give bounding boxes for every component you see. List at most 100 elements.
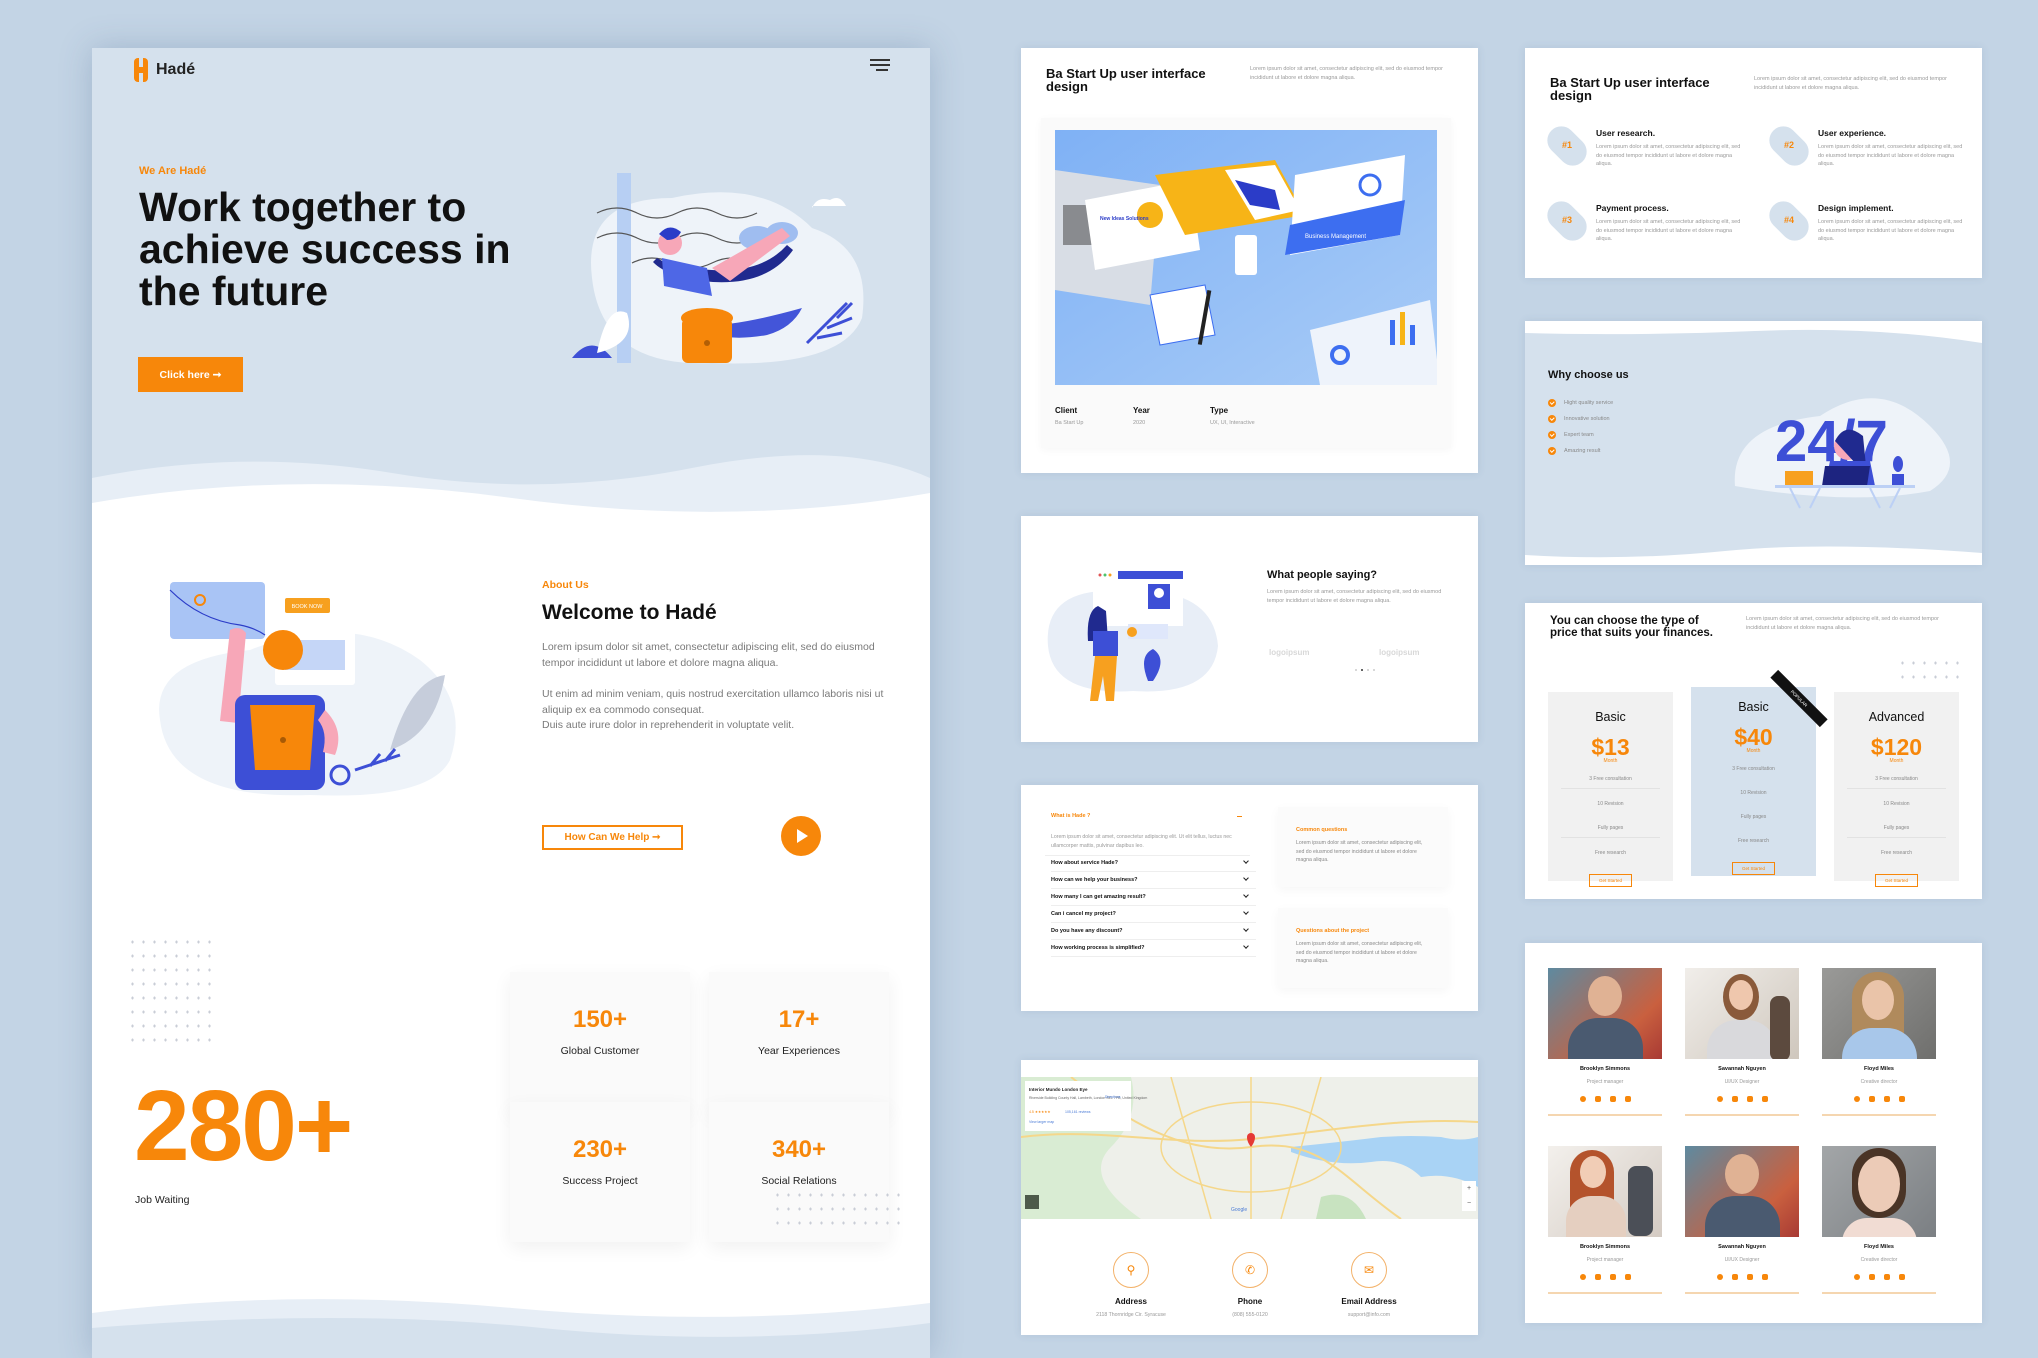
- card-underline: [1548, 1292, 1662, 1294]
- chevron-down-icon: [1243, 909, 1249, 915]
- testimonials-panel: What people saying? Lorem ipsum dolor si…: [1021, 516, 1478, 742]
- map-provider: Google: [1231, 1207, 1247, 1213]
- faq-item[interactable]: How working process is simplified?: [1051, 940, 1256, 957]
- portfolio-card[interactable]: New Ideas Solutions Business Management …: [1041, 118, 1451, 448]
- team-member-card[interactable]: Brooklyn Simmons Project manager: [1548, 968, 1662, 1116]
- linkedin-icon[interactable]: [1761, 1274, 1768, 1280]
- google-map[interactable]: Interior Mundo London Eye Riverside Buil…: [1021, 1077, 1478, 1219]
- plan-period: Month: [1603, 758, 1618, 764]
- faq-item[interactable]: How many I can get amazing result?: [1051, 889, 1256, 906]
- card-underline: [1822, 1114, 1936, 1116]
- client-logo: logoipsum: [1269, 648, 1310, 657]
- twitter-icon[interactable]: [1594, 1096, 1601, 1102]
- facebook-icon[interactable]: [1716, 1096, 1723, 1102]
- team-member-card[interactable]: Floyd Miles Creative director: [1822, 968, 1936, 1116]
- social-links: [1685, 1274, 1799, 1280]
- get-started-button[interactable]: Get Started: [1732, 862, 1775, 875]
- social-links: [1685, 1096, 1799, 1102]
- faq-question: Do you have any discount?: [1051, 928, 1123, 934]
- faq-item[interactable]: Do you have any discount?: [1051, 923, 1256, 940]
- social-links: [1822, 1096, 1936, 1102]
- click-here-button[interactable]: Click here ➞: [138, 357, 243, 392]
- step-number: #3: [1561, 215, 1572, 225]
- carousel-dot-active[interactable]: [1361, 669, 1363, 671]
- how-can-we-help-button[interactable]: How Can We Help ➞: [542, 825, 683, 850]
- faq-open-question[interactable]: What is Hade ?: [1051, 813, 1090, 819]
- logo[interactable]: Hadé: [134, 56, 195, 84]
- book-now-badge: BOOK NOW: [292, 604, 324, 610]
- youtube-icon[interactable]: [1609, 1096, 1616, 1102]
- faq-item[interactable]: Can i cancel my project?: [1051, 906, 1256, 923]
- faq-info-box: Questions about the project Lorem ipsum …: [1278, 908, 1448, 988]
- twitter-icon[interactable]: [1868, 1096, 1875, 1102]
- plan-feature: Fully pages: [1847, 825, 1946, 838]
- pricing-card-basic: Basic $13 Month 3 Free consultation 10 R…: [1548, 692, 1673, 887]
- facebook-icon[interactable]: [1716, 1274, 1723, 1280]
- twitter-icon[interactable]: [1731, 1274, 1738, 1280]
- get-started-button[interactable]: Get Started: [1875, 874, 1918, 887]
- member-photo: [1548, 968, 1662, 1059]
- logo-mark-icon: [134, 58, 148, 82]
- youtube-icon[interactable]: [1746, 1096, 1753, 1102]
- hamburger-icon[interactable]: [870, 56, 890, 72]
- about-paragraph: Ut enim ad minim veniam, quis nostrud ex…: [542, 688, 884, 716]
- facebook-icon[interactable]: [1853, 1274, 1860, 1280]
- faq-question: How about service Hade?: [1051, 860, 1118, 866]
- footer-wave-divider: [92, 1299, 930, 1358]
- directions-link: Directions: [1105, 1095, 1121, 1099]
- plan-feature: 3 Free consultation: [1847, 776, 1946, 789]
- contact-panel: Interior Mundo London Eye Riverside Buil…: [1021, 1060, 1478, 1335]
- twitter-icon[interactable]: [1731, 1096, 1738, 1102]
- check-icon: [1548, 415, 1556, 423]
- plan-feature: Free research: [1594, 850, 1627, 856]
- stat-value: 17+: [778, 1006, 820, 1033]
- facebook-icon[interactable]: [1579, 1096, 1586, 1102]
- plan-feature: 10 Revision: [1597, 801, 1624, 807]
- social-links: [1822, 1274, 1936, 1280]
- twitter-icon[interactable]: [1594, 1274, 1601, 1280]
- faq-box-title: Questions about the project: [1296, 928, 1370, 934]
- twitter-icon[interactable]: [1868, 1274, 1875, 1280]
- team-panel: Brooklyn Simmons Project manager Savanna…: [1525, 943, 1982, 1323]
- carousel-dot[interactable]: [1373, 669, 1375, 671]
- collapse-icon[interactable]: [1237, 816, 1242, 818]
- carousel-dot[interactable]: [1367, 669, 1369, 671]
- plan-period: Month: [1746, 748, 1761, 754]
- carousel-dot[interactable]: [1355, 669, 1357, 671]
- testimonials-description: Lorem ipsum dolor sit amet, consectetur …: [1267, 589, 1442, 604]
- faq-item[interactable]: How about service Hade?: [1051, 855, 1256, 872]
- get-started-button[interactable]: Get Started: [1589, 874, 1632, 887]
- facebook-icon[interactable]: [1853, 1096, 1860, 1102]
- contact-value[interactable]: support@info.com: [1309, 1312, 1429, 1318]
- linkedin-icon[interactable]: [1898, 1274, 1905, 1280]
- faq-item[interactable]: How can we help your business?: [1051, 872, 1256, 889]
- testimonials-title: What people saying?: [1267, 569, 1378, 581]
- linkedin-icon[interactable]: [1898, 1096, 1905, 1102]
- linkedin-icon[interactable]: [1761, 1096, 1768, 1102]
- logo-text: Hadé: [156, 61, 196, 78]
- step-text: Lorem ipsum dolor sit amet, consectetur …: [1818, 219, 1963, 242]
- team-member-card[interactable]: Savannah Nguyen UI/UX Designer: [1685, 968, 1799, 1116]
- step-title: Design implement.: [1818, 203, 1894, 213]
- member-name: Brooklyn Simmons: [1579, 1066, 1631, 1072]
- linkedin-icon[interactable]: [1624, 1274, 1631, 1280]
- faq-panel: What is Hade ? Lorem ipsum dolor sit ame…: [1021, 785, 1478, 1011]
- play-video-button[interactable]: [781, 816, 821, 856]
- youtube-icon[interactable]: [1883, 1274, 1890, 1280]
- youtube-icon[interactable]: [1883, 1096, 1890, 1102]
- hero-eyebrow: We Are Hadé: [139, 165, 207, 177]
- contact-label: Phone: [1237, 1297, 1263, 1306]
- landing-page-preview: Hadé We Are Hadé Work together to achiev…: [92, 48, 930, 1358]
- pricing-description: Lorem ipsum dolor sit amet, consectetur …: [1746, 616, 1939, 631]
- member-name: Savannah Nguyen: [1718, 1244, 1766, 1250]
- plan-feature: 3 Free consultation: [1732, 766, 1775, 772]
- why-choose-us-panel: Why choose us Hight quality service Inno…: [1525, 321, 1982, 565]
- team-member-card[interactable]: Brooklyn Simmons Project manager: [1548, 1146, 1662, 1294]
- facebook-icon[interactable]: [1579, 1274, 1586, 1280]
- team-member-card[interactable]: Floyd Miles Creative director: [1822, 1146, 1936, 1294]
- youtube-icon[interactable]: [1609, 1274, 1616, 1280]
- youtube-icon[interactable]: [1746, 1274, 1753, 1280]
- team-member-card[interactable]: Savannah Nguyen UI/UX Designer: [1685, 1146, 1799, 1294]
- linkedin-icon[interactable]: [1624, 1096, 1631, 1102]
- hero-wave-divider: [92, 455, 930, 568]
